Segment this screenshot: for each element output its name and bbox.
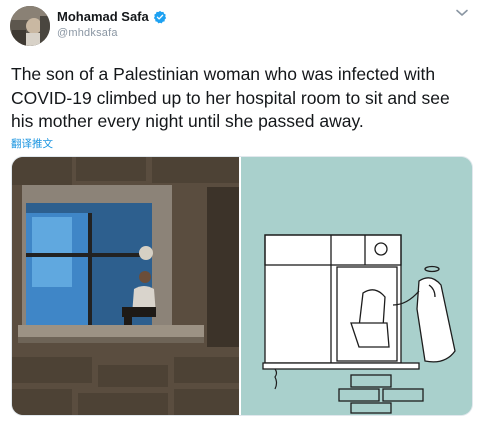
media-grid xyxy=(11,156,473,416)
verified-badge-icon xyxy=(153,10,166,23)
chevron-down-icon[interactable] xyxy=(455,8,469,18)
author-row: Mohamad Safa xyxy=(57,9,167,24)
avatar-image xyxy=(10,6,50,46)
author-name[interactable]: Mohamad Safa xyxy=(57,9,149,24)
author-handle[interactable]: @mhdksafa xyxy=(57,27,118,39)
tweet-text: The son of a Palestinian woman who was i… xyxy=(11,64,450,131)
media-photo[interactable] xyxy=(12,157,239,415)
media-cartoon[interactable] xyxy=(241,157,472,415)
avatar[interactable] xyxy=(10,6,50,46)
translate-tweet-link[interactable]: 翻译推文 xyxy=(11,136,53,151)
tweet: Mohamad Safa @mhdksafa The son of a Pale… xyxy=(0,0,480,423)
